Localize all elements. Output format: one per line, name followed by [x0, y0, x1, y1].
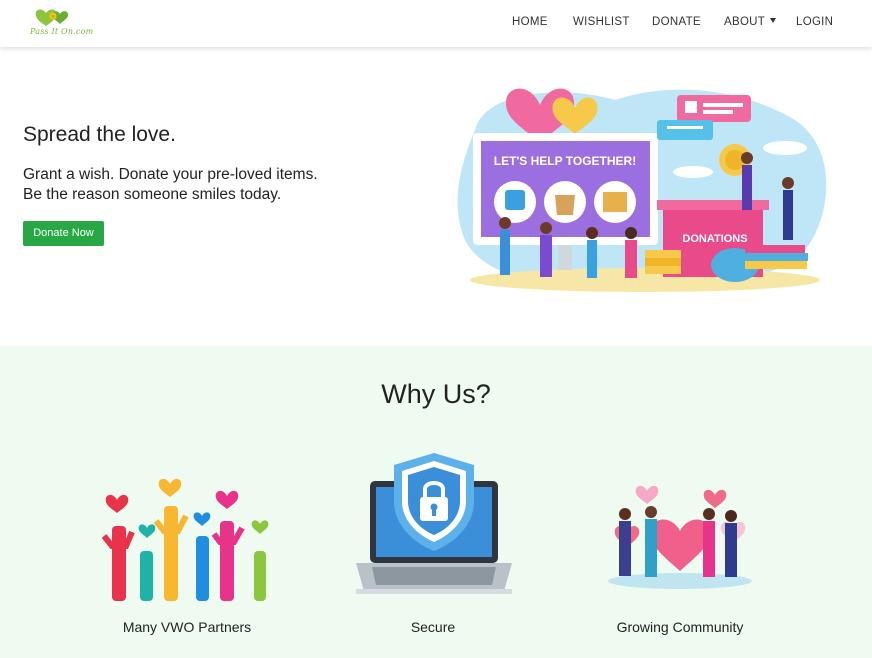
feature-label-partners: Many VWO Partners — [122, 619, 252, 635]
community-hearts-icon — [608, 485, 752, 589]
chevron-down-icon[interactable] — [770, 18, 776, 23]
hero-tagline-2: Be the reason someone smiles today. — [23, 186, 282, 203]
nav-login[interactable]: LOGIN — [796, 16, 833, 28]
why-us-section: Why Us? Many VWO Partners Secure Growing… — [0, 346, 872, 658]
logo-hearts-icon — [35, 9, 69, 27]
nav-home[interactable]: HOME — [512, 16, 548, 28]
navbar: Pass It On.com HOME WISHLIST DONATE ABOU… — [0, 0, 872, 47]
hero-title: Spread the love. — [23, 123, 176, 146]
donation-illustration: LET'S HELP TOGETHER! DONATIONS — [457, 88, 827, 292]
feature-label-secure: Secure — [410, 619, 456, 635]
raised-hands-hearts-icon — [101, 478, 269, 601]
donate-now-button[interactable]: Donate Now — [23, 221, 104, 246]
site-logo[interactable]: Pass It On.com — [28, 7, 96, 39]
banner-text: LET'S HELP TOGETHER! — [494, 154, 636, 168]
laptop-shield-lock-icon — [356, 453, 512, 594]
why-us-title: Why Us? — [381, 379, 491, 409]
nav-about[interactable]: ABOUT — [724, 16, 765, 28]
nav-wishlist[interactable]: WISHLIST — [573, 16, 630, 28]
logo-text: Pass It On.com — [30, 27, 94, 36]
nav-donate[interactable]: DONATE — [652, 16, 701, 28]
hero-tagline-1: Grant a wish. Donate your pre-loved item… — [23, 166, 318, 183]
box-text: DONATIONS — [682, 233, 747, 245]
feature-label-community: Growing Community — [616, 619, 744, 635]
